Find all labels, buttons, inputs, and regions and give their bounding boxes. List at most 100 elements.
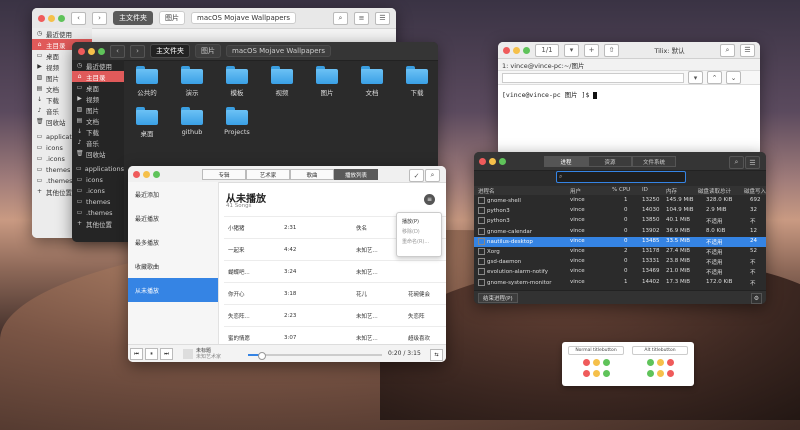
folder-item[interactable]: Projects <box>222 107 252 138</box>
table-row[interactable]: gnome-calendar vince 0 13902 36.9 MiB 8.0 KiB… <box>474 227 766 237</box>
menu-icon[interactable]: ☰ <box>745 156 760 169</box>
sidebar-item-documents[interactable]: ▤ 文档 <box>72 115 124 126</box>
sidebar-item-recently-played[interactable]: 最近播放 <box>128 206 218 230</box>
close-button[interactable] <box>479 157 486 165</box>
sidebar-item-recently-added[interactable]: 最近添加 <box>128 182 218 206</box>
table-row[interactable]: python3 vince 0 13850 40.1 MiB 不适用 不 <box>474 216 766 226</box>
table-row[interactable]: evolution-alarm-notify vince 0 13469 21.0 Mi… <box>474 267 766 277</box>
progress-bar[interactable] <box>248 352 382 360</box>
sidebar-item-recent[interactable]: ◷ 最近使用 <box>72 60 124 71</box>
menu-item-play[interactable]: 播放(P) <box>397 216 441 226</box>
previous-track-button[interactable]: ⏮ <box>130 348 143 360</box>
menu-icon[interactable]: ☰ <box>375 11 390 25</box>
folder-item[interactable]: 模板 <box>222 66 252 97</box>
sidebar-item-dot-themes[interactable]: ▭ .themes <box>72 207 124 218</box>
tab-albums[interactable]: 专辑 <box>202 169 246 180</box>
folder-item[interactable]: 公共的 <box>132 66 162 97</box>
breadcrumb-wallpapers[interactable]: macOS Mojave Wallpapers <box>191 12 297 24</box>
repeat-icon[interactable]: ⇆ <box>430 349 443 361</box>
sidebar-item-never-played[interactable]: 从未播放 <box>128 278 218 302</box>
folder-item[interactable]: 下载 <box>402 66 432 97</box>
search-icon[interactable]: ⌕ <box>425 169 440 182</box>
close-button[interactable] <box>503 46 510 54</box>
breadcrumb-home[interactable]: 主文件夹 <box>113 11 153 25</box>
find-input[interactable] <box>502 72 684 83</box>
search-icon[interactable]: ⌕ <box>729 156 744 169</box>
column-header[interactable]: 磁盘读取总计 <box>698 187 731 195</box>
next-icon[interactable]: ⌄ <box>726 71 741 84</box>
table-row[interactable]: Xorg vince 2 13178 27.4 MiB 不适用 52 <box>474 247 766 257</box>
back-button[interactable]: ‹ <box>71 11 86 25</box>
tab-resources[interactable]: 资源 <box>588 156 632 167</box>
folder-item[interactable]: 图片 <box>312 66 342 97</box>
sidebar-item-other-locations[interactable]: + 其他位置 <box>72 218 124 229</box>
column-header[interactable]: ID <box>642 187 648 193</box>
back-button[interactable]: ‹ <box>110 44 125 58</box>
table-row[interactable]: python3 vince 0 14030 104.9 MiB 2.9 MiB 32 <box>474 206 766 216</box>
folder-item[interactable]: 文档 <box>357 66 387 97</box>
terminal-tab[interactable]: 1: vince@vince-pc:~/图片 <box>498 59 760 71</box>
dropdown-icon[interactable]: ▾ <box>564 43 579 57</box>
end-process-button[interactable]: 结束进程(P) <box>478 293 518 303</box>
folder-item[interactable]: 桌面 <box>132 107 162 138</box>
sidebar-item-favorites[interactable]: 收藏歌曲 <box>128 254 218 278</box>
tab-processes[interactable]: 进程 <box>544 156 588 167</box>
tab-artists[interactable]: 艺术家 <box>246 169 290 180</box>
gear-icon[interactable]: ⚙ <box>751 293 762 304</box>
sidebar-item-recent[interactable]: ◷ 最近使用 <box>32 28 92 39</box>
column-header[interactable]: 内存 <box>666 187 677 195</box>
next-track-button[interactable]: ⏭ <box>160 348 173 360</box>
maximize-button[interactable] <box>499 157 506 165</box>
view-list-icon[interactable]: ≡ <box>354 11 369 25</box>
menu-icon[interactable]: ☰ <box>740 43 756 57</box>
sidebar-item-videos[interactable]: ▶ 视频 <box>72 93 124 104</box>
breadcrumb-pictures[interactable]: 图片 <box>195 44 221 58</box>
search-icon[interactable]: ⌕ <box>333 11 348 25</box>
table-row[interactable]: gnome-system-monitor vince 1 14402 17.3 MiB 1… <box>474 278 766 288</box>
search-icon[interactable]: ⌕ <box>720 43 736 57</box>
find-options-icon[interactable]: ▾ <box>688 71 703 84</box>
column-header[interactable]: 进程名 <box>478 187 495 195</box>
sidebar-item-downloads[interactable]: ↓ 下载 <box>72 126 124 137</box>
menu-item-remove[interactable]: 移除(D) <box>397 226 441 236</box>
maximize-button[interactable] <box>98 47 105 55</box>
maximize-button[interactable] <box>523 46 530 54</box>
folder-item[interactable]: github <box>177 107 207 138</box>
new-terminal-icon[interactable]: + <box>584 43 599 57</box>
minimize-button[interactable] <box>48 14 55 22</box>
maximize-button[interactable] <box>153 170 160 178</box>
upload-icon[interactable]: ⇧ <box>604 43 619 57</box>
sidebar-item-most-played[interactable]: 最多播放 <box>128 230 218 254</box>
tab-songs[interactable]: 歌曲 <box>290 169 334 180</box>
menu-item-rename[interactable]: 重命名(R)... <box>397 236 441 246</box>
column-header[interactable]: 用户 <box>570 187 581 195</box>
tab-playlists[interactable]: 播放列表 <box>334 169 378 180</box>
table-row[interactable]: 失恋阵... 2:23 未知艺... 失恋阵 <box>224 304 446 327</box>
breadcrumb-wallpapers[interactable]: macOS Mojave Wallpapers <box>226 45 332 57</box>
minimize-button[interactable] <box>489 157 496 165</box>
playlist-menu-icon[interactable]: ≡ <box>424 194 435 205</box>
table-row[interactable]: nautilus-desktop vince 0 13485 33.5 MiB 不适用 24 <box>474 236 766 247</box>
sidebar-item-desktop[interactable]: ▭ 桌面 <box>72 82 124 93</box>
breadcrumb-home[interactable]: 主文件夹 <box>150 44 190 58</box>
sidebar-item-icons[interactable]: ▭ icons <box>72 174 124 185</box>
terminal-output[interactable]: [vince@vince-pc 图片 ]$ <box>498 85 760 103</box>
folder-item[interactable]: 视频 <box>267 66 297 97</box>
sidebar-item-dot-icons[interactable]: ▭ .icons <box>72 185 124 196</box>
select-checkmark-icon[interactable]: ✓ <box>409 169 424 182</box>
table-row[interactable]: 蝴蝶吧... 3:24 未知艺... <box>224 260 446 283</box>
pause-button[interactable]: ⏸ <box>145 348 158 360</box>
table-row[interactable]: gsd-daemon vince 0 13331 23.8 MiB 不适用 不 <box>474 257 766 267</box>
sidebar-item-pictures[interactable]: ▨ 图片 <box>72 104 124 115</box>
breadcrumb-pictures[interactable]: 图片 <box>159 11 185 25</box>
sidebar-item-trash[interactable]: 🗑 回收站 <box>72 148 124 159</box>
column-header[interactable]: 磁盘写入 <box>744 187 766 195</box>
tab-counter[interactable]: 1/1 <box>535 43 559 57</box>
close-button[interactable] <box>38 14 45 22</box>
process-search-input[interactable]: ⌕ <box>556 171 686 183</box>
table-row[interactable]: gnome-shell vince 1 13250 145.9 MiB 328.0 KiB… <box>474 196 766 206</box>
minimize-button[interactable] <box>513 46 520 54</box>
maximize-button[interactable] <box>58 14 65 22</box>
sidebar-item-home[interactable]: ⌂ 主目录 <box>72 71 124 82</box>
tab-filesystems[interactable]: 文件系统 <box>632 156 676 167</box>
